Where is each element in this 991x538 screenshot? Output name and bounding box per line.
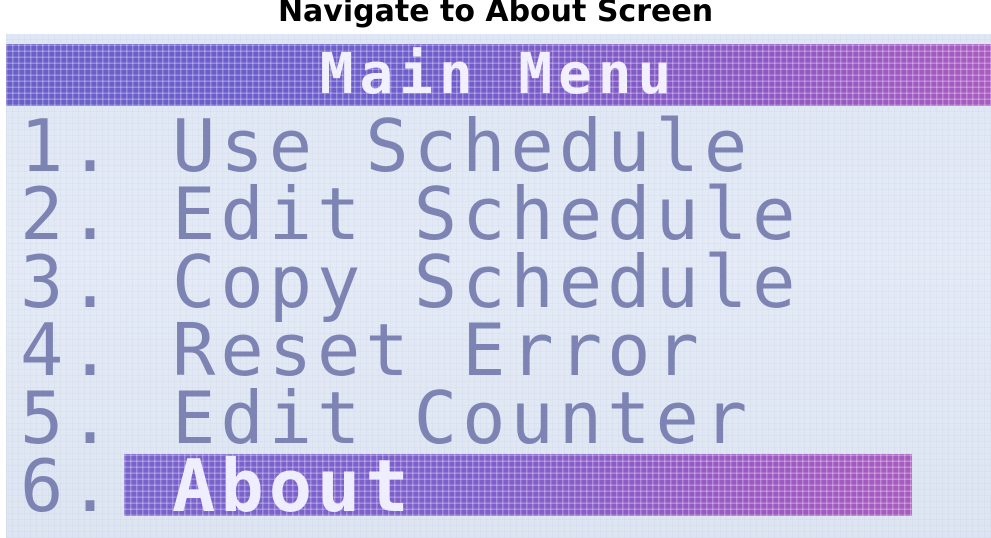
menu-item-label: Reset Error bbox=[172, 308, 704, 392]
menu-item-label: Edit Counter bbox=[172, 376, 753, 460]
menu-item-edit-counter[interactable]: 5. Edit Counter bbox=[20, 376, 801, 460]
menu-item-about[interactable]: 6. About bbox=[20, 444, 912, 528]
menu-item-use-schedule[interactable]: 1. Use Schedule bbox=[20, 104, 801, 188]
menu-item-number: 2. bbox=[20, 172, 117, 256]
menu-item-number: 6. bbox=[20, 444, 117, 528]
menu-item-edit-schedule[interactable]: 2. Edit Schedule bbox=[20, 172, 801, 256]
menu-item-reset-error[interactable]: 4. Reset Error bbox=[20, 308, 801, 392]
main-menu-list: 1. Use Schedule 2. Edit Schedule 3. Copy… bbox=[20, 104, 912, 528]
menu-item-number: 1. bbox=[20, 104, 117, 188]
lcd-screen: Main Menu 1. Use Schedule 2. Edit Schedu… bbox=[6, 34, 991, 538]
menu-item-number: 3. bbox=[20, 240, 117, 324]
title-bar: Main Menu bbox=[6, 44, 991, 106]
menu-item-label: Edit Schedule bbox=[172, 172, 801, 256]
menu-item-number: 5. bbox=[20, 376, 117, 460]
menu-item-label: Copy Schedule bbox=[172, 240, 801, 324]
menu-item-label: Use Schedule bbox=[172, 104, 753, 188]
caption-title: Navigate to About Screen bbox=[277, 0, 714, 29]
menu-item-number: 4. bbox=[20, 308, 117, 392]
screen-title: Main Menu bbox=[319, 44, 678, 106]
menu-item-label: About bbox=[172, 444, 414, 528]
menu-item-copy-schedule[interactable]: 3. Copy Schedule bbox=[20, 240, 801, 324]
